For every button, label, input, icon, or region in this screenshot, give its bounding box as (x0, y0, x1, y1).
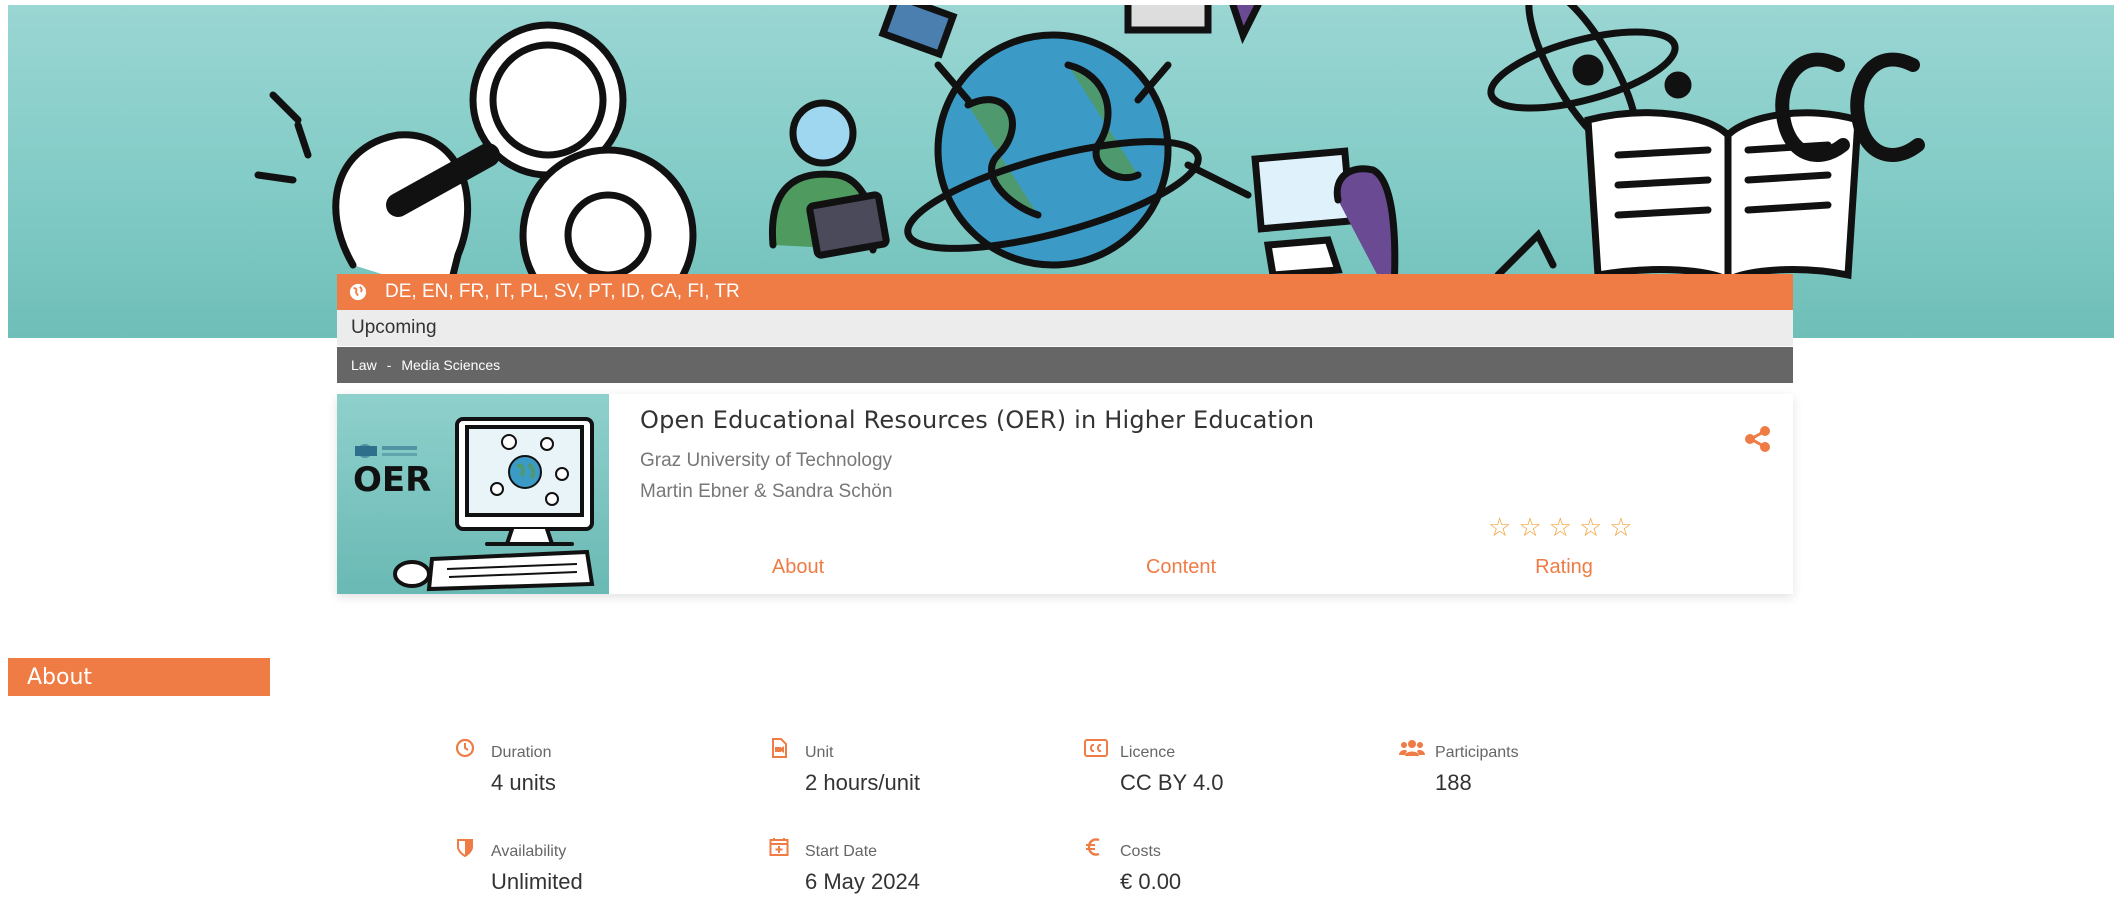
language-bar: DE, EN, FR, IT, PL, SV, PT, ID, CA, FI, … (337, 274, 1793, 310)
star-icon[interactable]: ☆ (1488, 514, 1511, 540)
status-bar: Upcoming (337, 310, 1793, 346)
fact-label: Duration (491, 744, 552, 761)
star-icon[interactable]: ☆ (1549, 514, 1572, 540)
calendar-plus-icon (769, 838, 789, 856)
share-icon[interactable] (1743, 424, 1773, 454)
course-university[interactable]: Graz University of Technology (640, 450, 892, 472)
course-status: Upcoming (351, 317, 437, 338)
tab-about[interactable]: About (698, 556, 898, 579)
category-link-law[interactable]: Law (351, 357, 377, 373)
clock-icon (455, 738, 475, 758)
course-card: OER Open Educational Resources (OER) in … (337, 394, 1793, 594)
cc-icon (1084, 739, 1108, 757)
course-authors: Martin Ebner & Sandra Schön (640, 481, 893, 502)
fact-label: Participants (1435, 744, 1519, 761)
star-icon[interactable]: ☆ (1609, 514, 1632, 540)
fact-value: € 0.00 (1120, 869, 1182, 894)
globe-icon (349, 283, 367, 301)
fact-value: 4 units (491, 770, 556, 795)
tab-content[interactable]: Content (1081, 556, 1281, 579)
euro-icon (1086, 838, 1100, 856)
fact-value: Unlimited (491, 869, 583, 894)
course-thumbnail: OER (337, 394, 609, 594)
star-icon[interactable]: ☆ (1518, 514, 1541, 540)
fact-label: Start Date (805, 843, 878, 860)
language-list: DE, EN, FR, IT, PL, SV, PT, ID, CA, FI, … (385, 281, 740, 302)
about-section-heading: About (8, 658, 270, 696)
category-separator: - (386, 357, 392, 373)
users-icon (1399, 740, 1425, 756)
fact-label: Costs (1120, 843, 1161, 860)
fact-value: 188 (1435, 770, 1472, 795)
fact-value: 6 May 2024 (805, 869, 920, 894)
star-icon[interactable]: ☆ (1579, 514, 1602, 540)
video-file-icon (772, 738, 787, 758)
fact-label: Unit (805, 744, 834, 761)
tab-rating[interactable]: Rating (1464, 556, 1664, 579)
category-bar: Law - Media Sciences (337, 347, 1793, 383)
shield-icon (457, 839, 473, 857)
fact-value: CC BY 4.0 (1120, 770, 1224, 795)
about-heading-label: About (27, 664, 93, 690)
thumbnail-oer-label: OER (353, 460, 432, 500)
fact-value: 2 hours/unit (805, 770, 920, 795)
fact-label: Licence (1120, 744, 1176, 761)
fact-label: Availability (491, 843, 567, 860)
course-title[interactable]: Open Educational Resources (OER) in High… (640, 406, 1314, 434)
rating-stars: ☆ ☆ ☆ ☆ ☆ (1488, 514, 1633, 540)
category-link-media-sciences[interactable]: Media Sciences (401, 357, 500, 373)
